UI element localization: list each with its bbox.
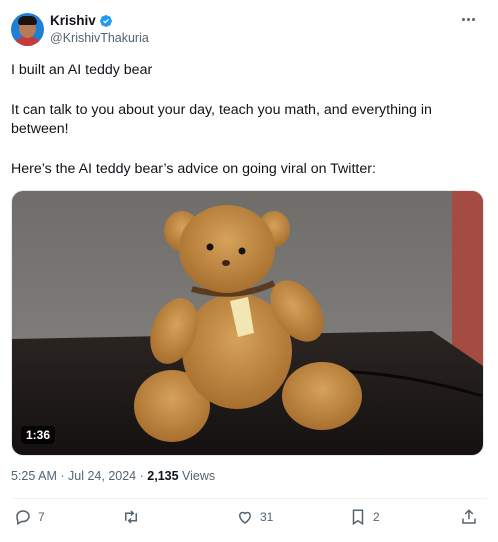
- teddy-bear-video-frame: [12, 191, 483, 455]
- bookmark-count: 2: [373, 510, 380, 524]
- share-icon: [462, 509, 476, 524]
- retweet-button[interactable]: [122, 508, 146, 526]
- video-duration: 1:36: [21, 426, 56, 444]
- reply-button[interactable]: 7: [14, 508, 45, 526]
- author-name-row: Krishiv: [50, 13, 113, 28]
- verified-badge-icon: [99, 14, 112, 27]
- action-bar: 7 31 2: [0, 508, 498, 532]
- heart-icon: [238, 511, 252, 524]
- like-count: 31: [260, 510, 274, 524]
- like-button[interactable]: 31: [236, 508, 273, 526]
- tweet-text-line2: It can talk to you about your day, teach…: [11, 102, 432, 137]
- tweet-card: Krishiv @KrishivThakuria I built an AI t…: [0, 0, 498, 542]
- tweet-text-line3: Here’s the AI teddy bear’s advice on goi…: [11, 161, 376, 177]
- views-label: Views: [182, 469, 216, 483]
- ellipsis-icon[interactable]: [462, 14, 480, 24]
- display-name[interactable]: Krishiv: [50, 13, 96, 28]
- author-handle[interactable]: @KrishivThakuria: [50, 31, 149, 45]
- meta-separator: ·: [60, 469, 65, 483]
- retweet-icon: [125, 510, 137, 524]
- tweet-date[interactable]: Jul 24, 2024: [68, 469, 136, 483]
- meta-separator: ·: [139, 469, 144, 483]
- divider: [11, 498, 487, 499]
- bookmark-button[interactable]: 2: [349, 508, 380, 526]
- reply-icon: [16, 510, 30, 526]
- share-button[interactable]: [460, 508, 478, 526]
- tweet-meta: 5:25 AM · Jul 24, 2024 · 2,135 Views: [11, 469, 215, 483]
- tweet-text-line1: I built an AI teddy bear: [11, 62, 153, 78]
- video-player[interactable]: 1:36: [11, 190, 484, 456]
- tweet-time[interactable]: 5:25 AM: [11, 469, 57, 483]
- avatar[interactable]: [11, 13, 44, 46]
- bookmark-icon: [352, 509, 364, 526]
- reply-count: 7: [38, 510, 45, 524]
- views-count: 2,135: [147, 469, 179, 483]
